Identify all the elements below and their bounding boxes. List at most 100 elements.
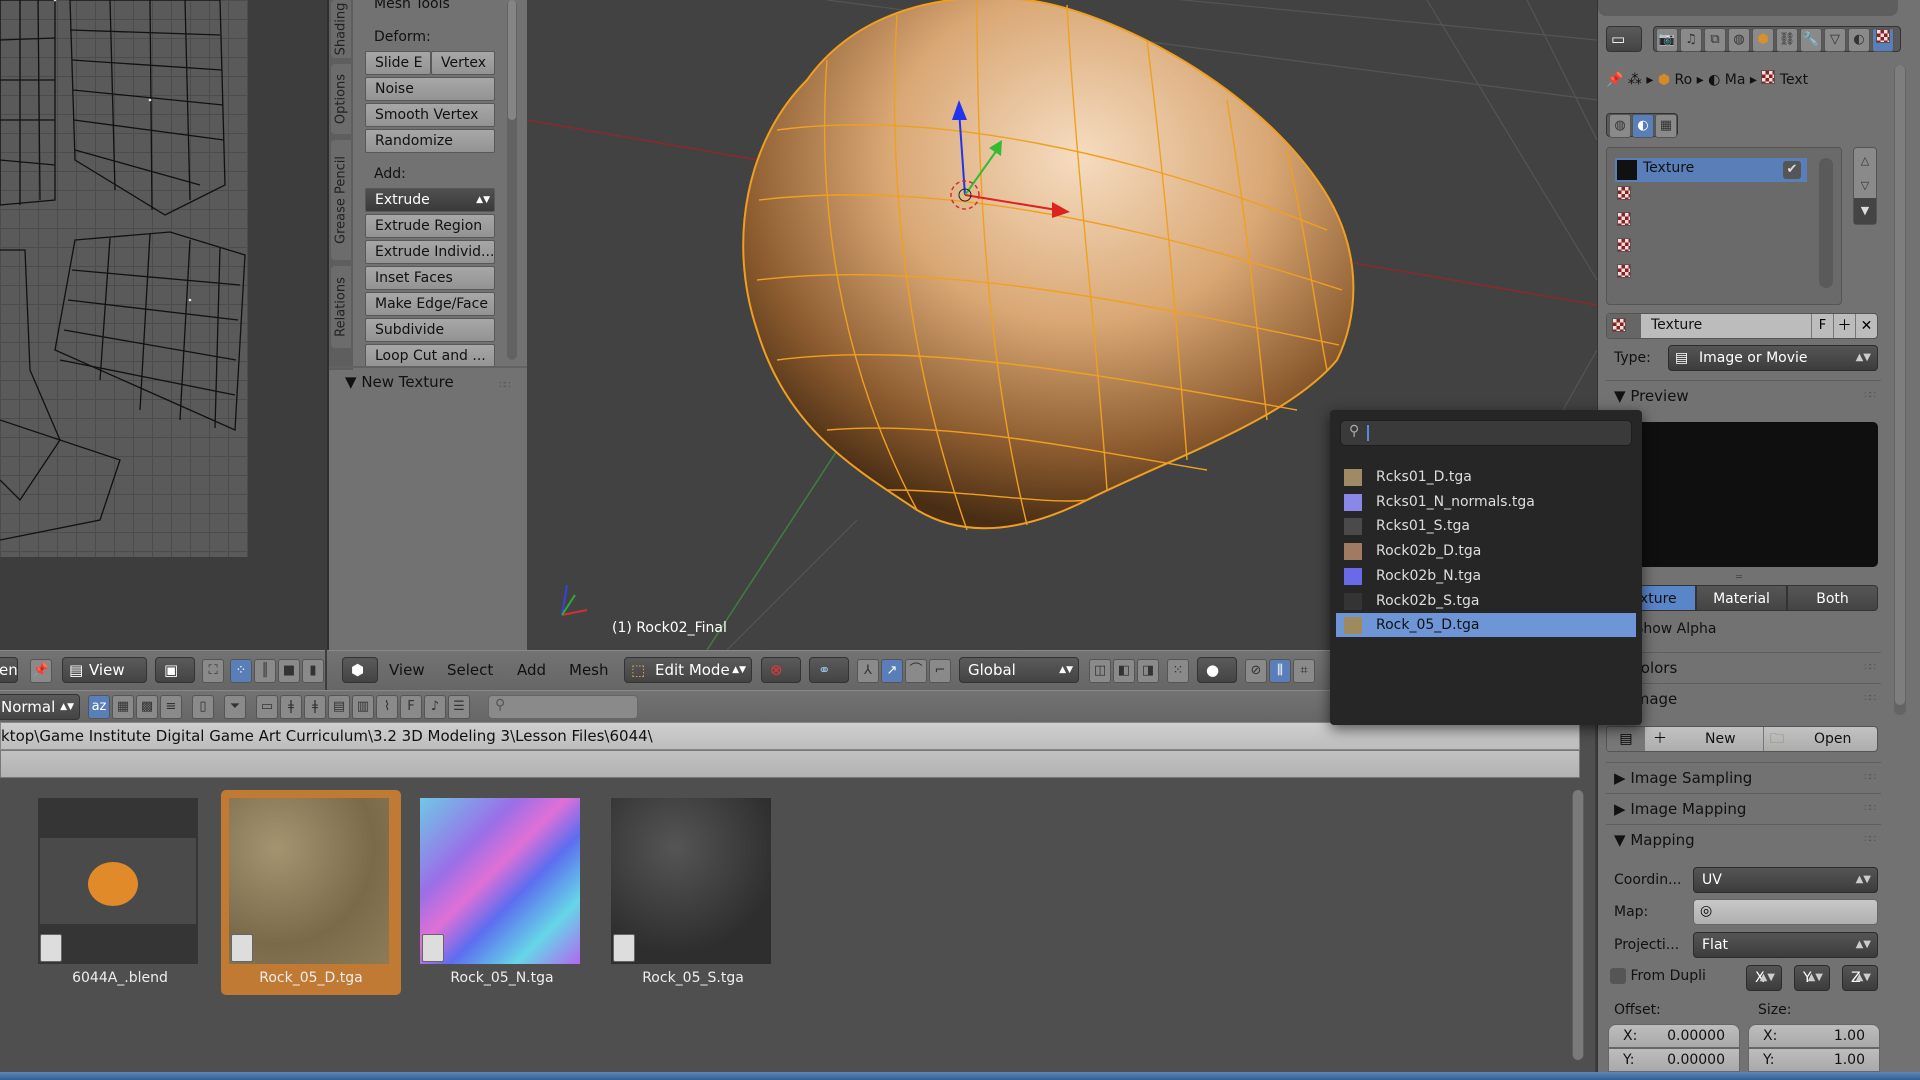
texture-slot[interactable] xyxy=(1617,238,1631,256)
loop-cut-button[interactable]: Loop Cut and ... xyxy=(365,344,495,368)
offset-y-field[interactable]: Y: 0.00000 xyxy=(1608,1048,1740,1072)
menu-select[interactable]: Select xyxy=(447,661,493,679)
material-tab-icon[interactable]: ◐ xyxy=(1848,28,1870,52)
uv-sync-selection-icon[interactable]: ⛶ xyxy=(202,659,224,683)
hide-dot-files-icon[interactable]: ▯ xyxy=(192,695,214,719)
file-item[interactable]: Rock_05_N.tga xyxy=(412,790,592,995)
resize-grip-icon[interactable]: ═ xyxy=(1736,572,1742,583)
extrude-individual-button[interactable]: Extrude Individ... xyxy=(365,240,495,264)
smooth-vertex-button[interactable]: Smooth Vertex xyxy=(365,103,495,127)
face-select-icon[interactable]: ■ xyxy=(278,659,300,683)
vertex-select-icon[interactable]: ⁘ xyxy=(230,659,252,683)
tab-shading[interactable]: Shading xyxy=(331,0,351,58)
pin-icon[interactable]: 📌 xyxy=(1606,72,1623,88)
display-mode-dropdown[interactable]: Normal ▲▼ xyxy=(0,694,80,720)
filter-text-icon[interactable]: ☰ xyxy=(448,695,470,719)
pivot-point-dropdown[interactable]: ⚭ xyxy=(809,657,849,683)
image-mapping-panel-header[interactable]: ▶ Image Mapping ∷∷ xyxy=(1606,793,1881,823)
size-x-field[interactable]: X: 1.00 xyxy=(1748,1024,1880,1048)
translate-manipulator-icon[interactable]: ↗ xyxy=(881,659,903,683)
uv-map-field[interactable]: ◎ xyxy=(1693,899,1878,925)
pivot-dropdown[interactable]: ▣ xyxy=(155,657,195,683)
add-texture-icon[interactable]: ＋ xyxy=(1833,314,1855,338)
texture-slot[interactable] xyxy=(1617,212,1631,230)
snap-element-icon[interactable]: ⫼ xyxy=(1269,659,1291,683)
projection-dropdown[interactable]: Flat ▲▼ xyxy=(1693,932,1878,958)
slot-list-scrollbar[interactable] xyxy=(1819,158,1833,288)
manipulator-toggle-icon[interactable]: ⅄ xyxy=(857,659,879,683)
from-dupli-checkbox[interactable]: From Dupli xyxy=(1610,968,1706,984)
popup-image-item[interactable]: Rcks01_D.tga xyxy=(1336,465,1636,489)
mapping-x-dropdown[interactable]: X ▲▼ xyxy=(1746,965,1782,991)
filter-images-icon[interactable]: ▤ xyxy=(328,695,350,719)
fake-user-button[interactable]: F xyxy=(1811,314,1833,338)
view-menu-dropdown[interactable]: View ▤ xyxy=(62,657,147,683)
uv-image-editor[interactable] xyxy=(0,0,325,650)
file-browser-scrollbar[interactable] xyxy=(1572,790,1584,1060)
sort-extension-icon[interactable]: ▦ xyxy=(112,695,134,719)
filter-fonts-icon[interactable]: F xyxy=(400,695,422,719)
popup-image-item[interactable]: Rock02b_D.tga xyxy=(1336,539,1636,563)
filename-field[interactable] xyxy=(0,750,1580,778)
image-sampling-panel-header[interactable]: ▶ Image Sampling ∷∷ xyxy=(1606,762,1881,792)
popup-search-input[interactable]: ⚲ xyxy=(1340,420,1632,446)
new-texture-panel-header[interactable]: ▼ New Texture xyxy=(345,373,454,391)
scene-tab-icon[interactable]: ♫ xyxy=(1680,28,1702,52)
open-image-button[interactable]: 🗀 Open xyxy=(1763,727,1877,751)
browse-image-button[interactable]: ▤ xyxy=(1607,727,1645,751)
extrude-dropdown[interactable]: Extrude ▲▼ xyxy=(365,188,495,212)
face-select-mode-icon[interactable]: ◨ xyxy=(1137,659,1159,683)
filter-scripts-icon[interactable]: ⌇ xyxy=(376,695,398,719)
mode-dropdown[interactable]: ⬚ Edit Mode ▲▼ xyxy=(624,657,752,683)
render-tab-icon[interactable]: 📷 xyxy=(1656,28,1678,52)
mapping-panel-header[interactable]: ▼ Mapping ∷∷ xyxy=(1606,824,1881,854)
mapping-y-dropdown[interactable]: Y ▲▼ xyxy=(1794,965,1830,991)
file-item-selected[interactable]: Rock_05_D.tga xyxy=(221,790,401,995)
filter-backup-icon[interactable]: ǂ xyxy=(304,695,326,719)
drag-grip-icon[interactable]: ∷∷ xyxy=(499,380,511,391)
data-tab-icon[interactable]: ▽ xyxy=(1824,28,1846,52)
offset-x-field[interactable]: X: 0.00000 xyxy=(1608,1024,1740,1048)
island-select-icon[interactable]: ▮ xyxy=(302,659,324,683)
filter-icon[interactable]: ⏷ xyxy=(224,695,246,719)
subdivide-button[interactable]: Subdivide xyxy=(365,318,495,342)
texture-type-dropdown[interactable]: ▤ Image or Movie ▲▼ xyxy=(1668,345,1878,371)
popup-image-item[interactable]: Rock02b_S.tga xyxy=(1336,589,1636,613)
material-texture-icon[interactable]: ◐ xyxy=(1632,114,1654,138)
size-y-field[interactable]: Y: 1.00 xyxy=(1748,1048,1880,1072)
sort-size-icon[interactable]: ≡ xyxy=(160,695,182,719)
popup-image-item[interactable]: Rock02b_N.tga xyxy=(1336,564,1636,588)
sort-alphabetical-icon[interactable]: az xyxy=(88,695,110,719)
vertex-select-mode-icon[interactable]: ◫ xyxy=(1089,659,1111,683)
file-filter-search-input[interactable]: ⚲ xyxy=(488,695,638,719)
filter-blend-icon[interactable]: ǂ xyxy=(280,695,302,719)
extrude-region-button[interactable]: Extrude Region xyxy=(365,214,495,238)
directory-path-field[interactable]: ktop\Game Institute Digital Game Art Cur… xyxy=(0,722,1580,750)
edge-select-mode-icon[interactable]: ◧ xyxy=(1113,659,1135,683)
preview-panel-header[interactable]: ▼ Preview ∷∷ xyxy=(1606,380,1881,410)
texture-slot-active[interactable]: Texture ✔ xyxy=(1615,158,1807,182)
tab-preview-both[interactable]: Both xyxy=(1787,585,1878,611)
tab-grease-pencil[interactable]: Grease Pencil xyxy=(331,140,351,260)
texture-name-field[interactable]: Texture xyxy=(1651,317,1702,333)
modifiers-tab-icon[interactable]: 🔧 xyxy=(1800,28,1822,52)
editor-type-dropdown[interactable]: ⬢ xyxy=(342,657,378,683)
editor-type-dropdown[interactable]: ▭ xyxy=(1606,26,1642,52)
browse-texture-button[interactable] xyxy=(1607,314,1641,338)
texture-slot[interactable] xyxy=(1617,264,1631,282)
move-up-icon[interactable]: △ xyxy=(1854,148,1876,173)
coordinates-dropdown[interactable]: UV ▲▼ xyxy=(1693,867,1878,893)
filter-movies-icon[interactable]: ▥ xyxy=(352,695,374,719)
constraints-tab-icon[interactable]: ⛓ xyxy=(1776,28,1798,52)
viewport-shading-dropdown[interactable]: ⊗ xyxy=(761,657,801,683)
snap-icon[interactable]: ⊘ xyxy=(1245,659,1267,683)
edge-select-icon[interactable]: ║ xyxy=(254,659,276,683)
new-image-button[interactable]: ＋ New xyxy=(1647,727,1761,751)
file-item[interactable]: Rock_05_S.tga xyxy=(603,790,783,995)
object-tab-icon[interactable]: ⬢ xyxy=(1752,28,1774,52)
slide-edge-button[interactable]: Slide E xyxy=(365,51,431,75)
rotate-manipulator-icon[interactable]: ⌒ xyxy=(905,659,927,683)
image-menu-button[interactable]: en xyxy=(0,657,18,683)
sort-time-icon[interactable]: ▩ xyxy=(136,695,158,719)
image-panel-header[interactable]: ▼ Image∷∷ xyxy=(1606,683,1881,713)
